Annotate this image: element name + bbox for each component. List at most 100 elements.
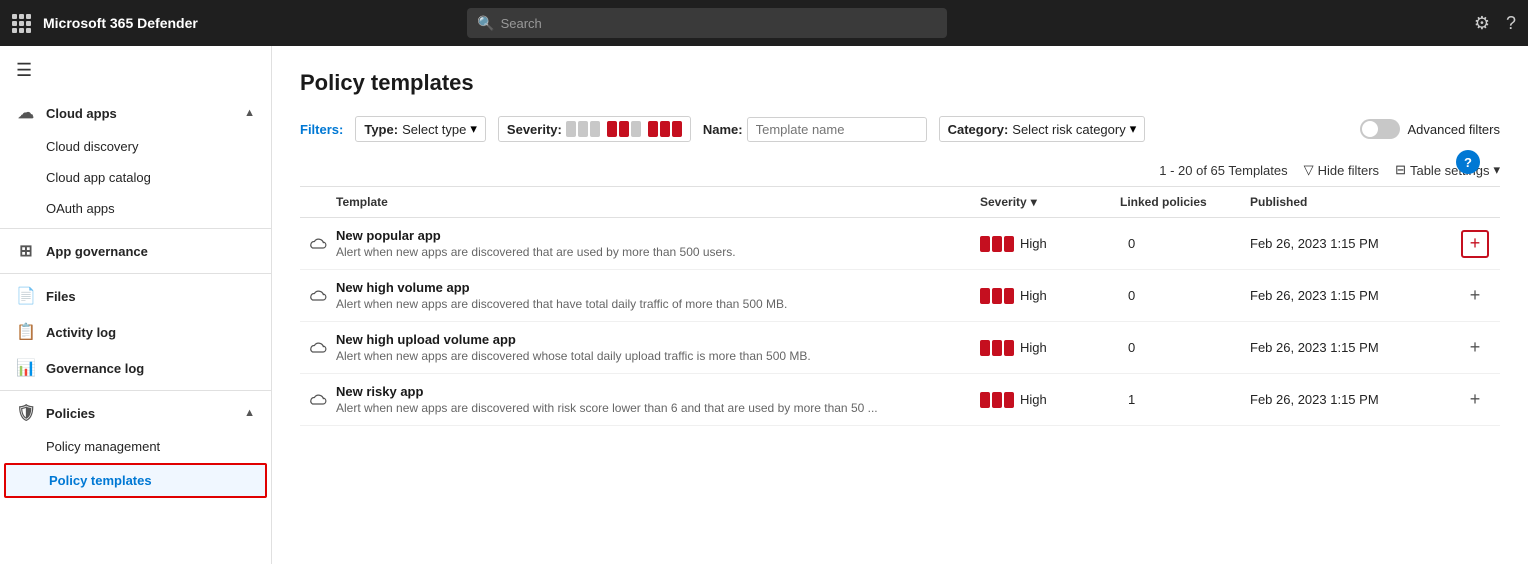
sev-high-set[interactable] (648, 121, 682, 137)
row-cloud-icon (300, 237, 336, 251)
table-row: New high upload volume app Alert when ne… (300, 322, 1500, 374)
row-cloud-icon (300, 393, 336, 407)
sidebar-item-label: Policy templates (49, 473, 152, 488)
sev-med-set[interactable] (607, 121, 641, 137)
help-circle-button[interactable]: ? (1456, 150, 1480, 174)
table-settings-icon: ⊟ (1395, 162, 1406, 178)
sev-dot-2 (992, 392, 1002, 408)
settings-icon[interactable]: ⚙ (1474, 13, 1490, 34)
sev-bar-2 (578, 121, 588, 137)
row-template-name: New popular app (336, 228, 980, 243)
table-settings-button[interactable]: ⊟ Table settings ▾ (1395, 162, 1500, 178)
row-template-name: New high volume app (336, 280, 980, 295)
sidebar-item-cloud-apps[interactable]: ☁ Cloud apps ▲ (0, 95, 271, 131)
main-wrapper: Policy templates ? Filters: Type: Select… (300, 70, 1500, 426)
severity-filter[interactable]: Severity: (498, 116, 691, 142)
row-name-cell: New high upload volume app Alert when ne… (336, 332, 980, 363)
name-filter: Name: (703, 117, 927, 142)
filters-label: Filters: (300, 122, 343, 137)
sidebar-section-label: Policies (46, 406, 95, 421)
topbar: Microsoft 365 Defender 🔍 ⚙ ? (0, 0, 1528, 46)
row-name-cell: New risky app Alert when new apps are di… (336, 384, 980, 415)
sidebar-item-activity-log[interactable]: 📋 Activity log (0, 314, 271, 350)
severity-indicator (980, 236, 1014, 252)
row-action-cell: + (1450, 230, 1500, 258)
sev-dot-3 (1004, 236, 1014, 252)
chevron-down-icon: ▾ (1130, 121, 1137, 137)
sidebar-item-governance-log[interactable]: 📊 Governance log (0, 350, 271, 386)
col-published[interactable]: Published (1250, 195, 1450, 209)
chevron-up-icon: ▲ (244, 107, 255, 119)
sev-dot-2 (992, 236, 1002, 252)
hamburger-button[interactable]: ☰ (0, 46, 271, 95)
divider-3 (0, 390, 271, 391)
templates-count: 1 - 20 of 65 Templates (1159, 163, 1287, 178)
name-filter-input[interactable] (747, 117, 927, 142)
row-published-date: Feb 26, 2023 1:15 PM (1250, 392, 1450, 407)
policies-icon: 🛡 (16, 403, 36, 423)
col-linked-policies[interactable]: Linked policies (1120, 195, 1250, 209)
row-published-date: Feb 26, 2023 1:15 PM (1250, 236, 1450, 251)
sidebar-item-label: Cloud app catalog (46, 170, 151, 185)
sidebar-item-policies[interactable]: 🛡 Policies ▲ (0, 395, 271, 431)
sev-dot-1 (980, 236, 990, 252)
hide-filters-button[interactable]: ▽ Hide filters (1304, 162, 1379, 178)
row-severity: High (980, 288, 1120, 304)
table-row: New high volume app Alert when new apps … (300, 270, 1500, 322)
type-filter-dropdown[interactable]: Type: Select type ▾ (355, 116, 486, 142)
search-bar[interactable]: 🔍 (467, 8, 947, 38)
row-published-date: Feb 26, 2023 1:15 PM (1250, 340, 1450, 355)
sidebar-section-label: App governance (46, 244, 148, 259)
sidebar-item-files[interactable]: 📄 Files (0, 278, 271, 314)
create-policy-button[interactable]: + (1461, 282, 1489, 310)
col-severity[interactable]: Severity ▾ (980, 195, 1120, 209)
hide-filters-label: Hide filters (1318, 163, 1379, 178)
row-severity: High (980, 236, 1120, 252)
col-template[interactable]: Template (336, 195, 980, 209)
sidebar-item-label: Policy management (46, 439, 160, 454)
app-grid-icon[interactable] (12, 14, 31, 33)
advanced-toggle[interactable]: Advanced filters (1360, 119, 1501, 139)
col-severity-label: Severity (980, 195, 1027, 209)
sidebar-item-policy-management[interactable]: Policy management (0, 431, 271, 462)
chevron-down-icon: ▾ (1493, 162, 1500, 178)
severity-indicator (980, 288, 1014, 304)
sidebar-item-oauth-apps[interactable]: OAuth apps (0, 193, 271, 224)
sidebar-section-label: Activity log (46, 325, 116, 340)
activity-log-icon: 📋 (16, 322, 36, 342)
row-action-cell: + (1450, 334, 1500, 362)
chevron-up-icon: ▲ (244, 407, 255, 419)
sev-bar-8 (660, 121, 670, 137)
severity-indicator (980, 340, 1014, 356)
sidebar-item-app-governance[interactable]: ⊞ App governance (0, 233, 271, 269)
filters-row: Filters: Type: Select type ▾ Severity: (300, 116, 1500, 142)
category-filter-value: Select risk category (1012, 122, 1125, 137)
create-policy-button[interactable]: + (1461, 386, 1489, 414)
row-severity: High (980, 392, 1120, 408)
sidebar-item-cloud-app-catalog[interactable]: Cloud app catalog (0, 162, 271, 193)
type-filter-value: Select type (402, 122, 466, 137)
sev-bar-9 (672, 121, 682, 137)
sidebar-item-policy-templates[interactable]: Policy templates (4, 463, 267, 498)
sidebar-item-cloud-discovery[interactable]: Cloud discovery (0, 131, 271, 162)
help-icon[interactable]: ? (1506, 13, 1516, 34)
row-action-cell: + (1450, 282, 1500, 310)
create-policy-button[interactable]: + (1461, 334, 1489, 362)
row-linked-policies: 1 (1120, 392, 1250, 407)
sev-low-set[interactable] (566, 121, 600, 137)
create-policy-button[interactable]: + (1461, 230, 1489, 258)
sev-bar-4 (607, 121, 617, 137)
sidebar-section-label: Cloud apps (46, 106, 117, 121)
severity-text: High (1020, 236, 1047, 251)
advanced-toggle-switch[interactable] (1360, 119, 1400, 139)
sev-bar-3 (590, 121, 600, 137)
sev-dot-3 (1004, 288, 1014, 304)
row-template-desc: Alert when new apps are discovered with … (336, 401, 980, 415)
search-input[interactable] (501, 16, 938, 31)
table-meta: 1 - 20 of 65 Templates ▽ Hide filters ⊟ … (300, 154, 1500, 187)
type-filter-label: Type: (364, 122, 398, 137)
search-icon: 🔍 (477, 15, 494, 32)
app-governance-icon: ⊞ (16, 241, 36, 261)
category-filter-dropdown[interactable]: Category: Select risk category ▾ (939, 116, 1146, 142)
column-headers: Template Severity ▾ Linked policies Publ… (300, 187, 1500, 218)
